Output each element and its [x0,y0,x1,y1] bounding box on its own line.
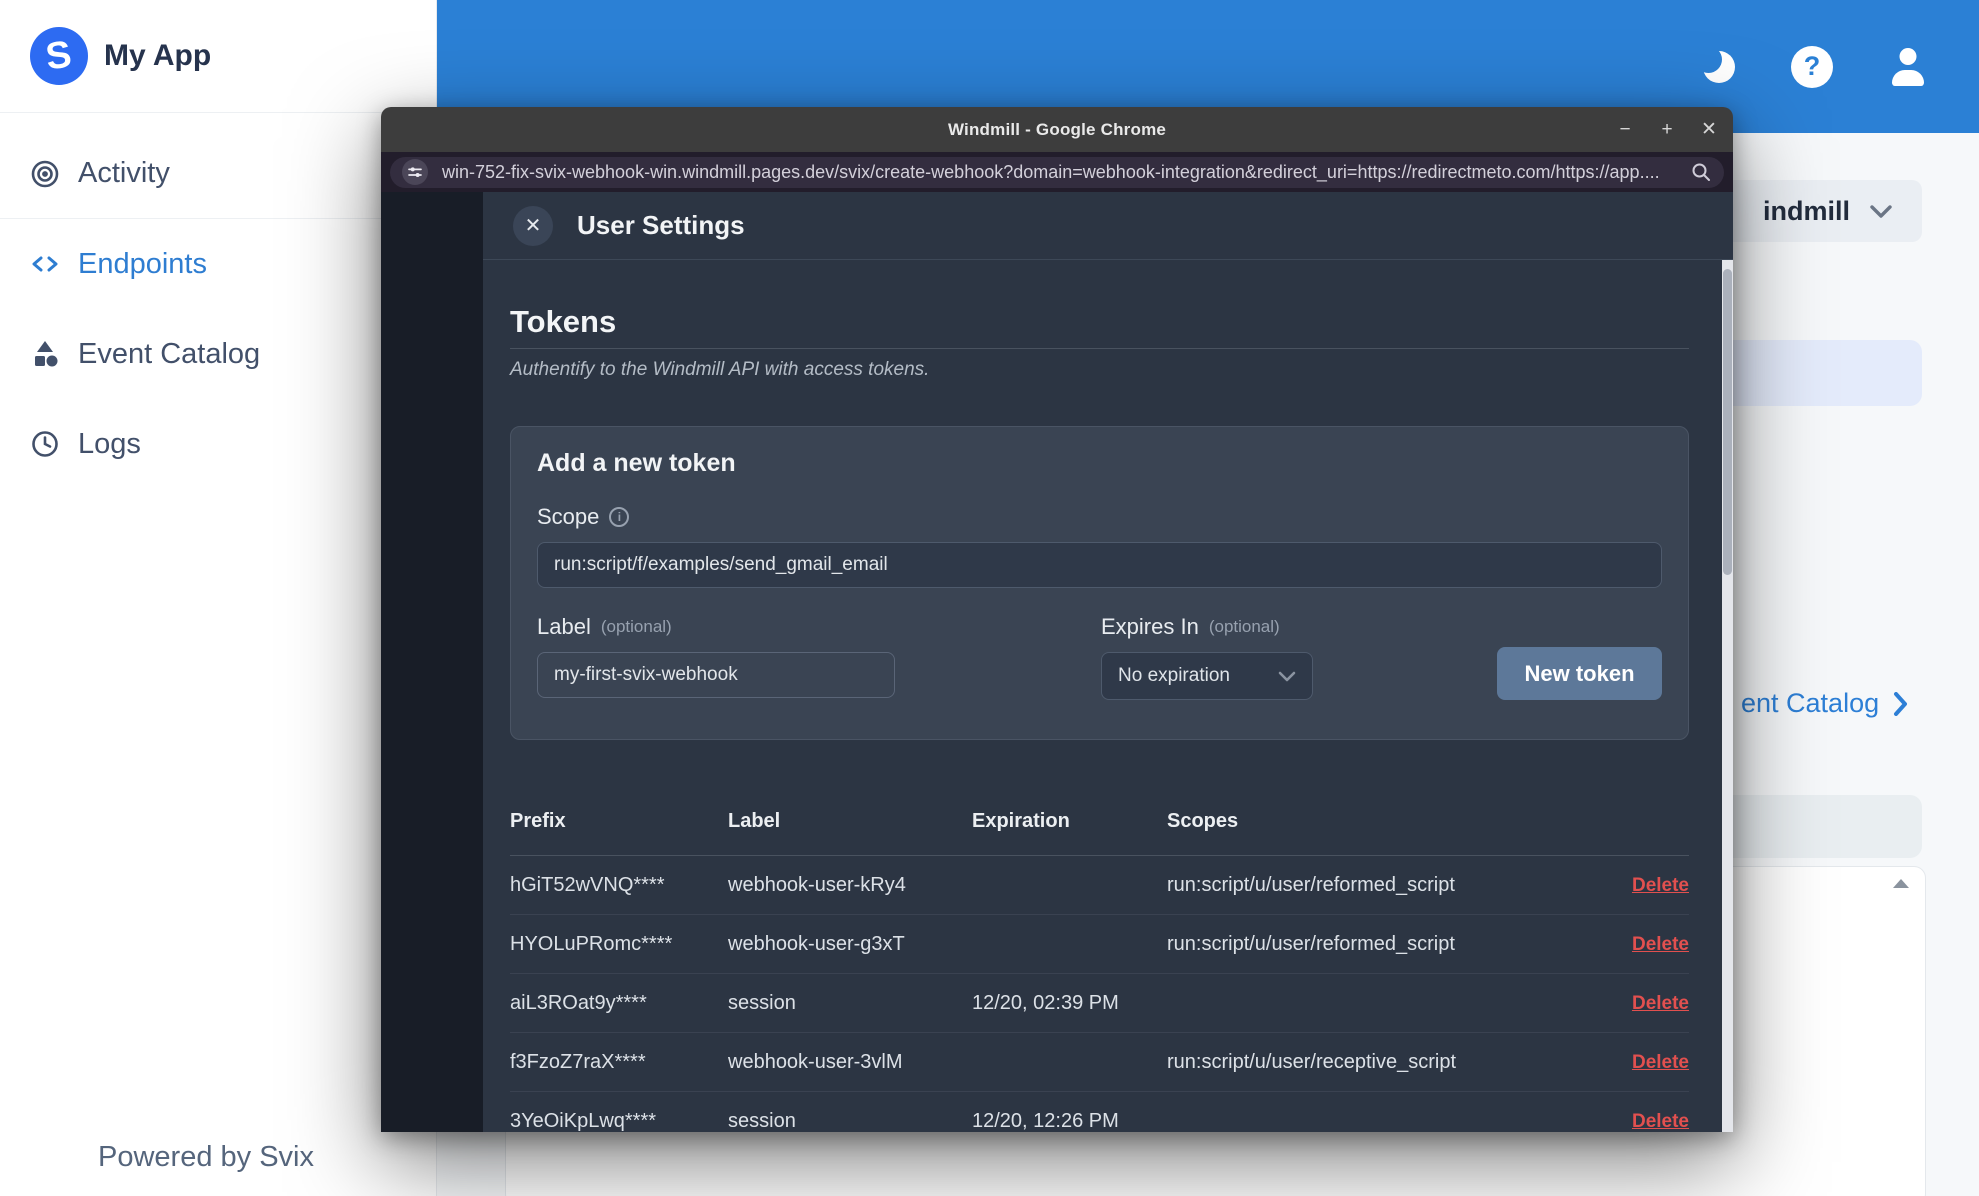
sidebar-item-logs[interactable]: Logs [0,399,436,489]
token-label: webhook-user-g3xT [728,932,905,955]
chevron-down-icon [1870,204,1892,218]
chrome-titlebar[interactable]: Windmill - Google Chrome − + ✕ [381,107,1733,152]
sidebar-item-label: Logs [78,427,141,460]
add-token-heading: Add a new token [537,449,736,477]
token-label: webhook-user-3vlM [728,1050,903,1073]
workspace-dropdown-label: indmill [1763,195,1850,226]
scrollbar-thumb[interactable] [1723,269,1732,575]
app-brand: S My App [0,0,436,113]
table-row: HYOLuPRomc**** webhook-user-g3xT run:scr… [510,915,1689,974]
token-label: session [728,1109,796,1132]
delete-token-link[interactable]: Delete [1632,1111,1689,1132]
modal-title: User Settings [577,210,745,240]
table-row: aiL3ROat9y**** session 12/20, 02:39 PM D… [510,974,1689,1033]
sidebar-item-event-catalog[interactable]: Event Catalog [0,309,436,399]
logs-history-icon [28,427,62,461]
table-row: 3YeOiKpLwq**** session 12/20, 12:26 PM D… [510,1092,1689,1132]
window-minimize-button[interactable]: − [1615,119,1635,141]
scope-input[interactable] [537,542,1662,588]
token-expiration: 12/20, 02:39 PM [972,991,1119,1014]
windmill-sidebar-strip [381,192,483,1132]
token-label: session [728,991,796,1014]
sidebar-item-label: Activity [78,157,170,189]
col-header-label: Label [728,810,781,832]
expiration-select[interactable]: No expiration [1101,652,1313,700]
token-prefix: f3FzoZ7raX**** [510,1050,646,1073]
endpoints-code-icon [28,247,62,281]
col-header-expiration: Expiration [972,810,1070,832]
token-prefix: hGiT52wVNQ**** [510,873,665,896]
table-header-row: Prefix Label Expiration Scopes [510,796,1689,856]
label-optional-hint: (optional) [600,617,672,636]
expiration-selected-value: No expiration [1118,665,1230,686]
delete-token-link[interactable]: Delete [1632,1052,1689,1073]
user-profile-icon[interactable] [1889,47,1927,86]
chrome-window: Windmill - Google Chrome − + ✕ win-752-f… [381,107,1733,1132]
activity-target-icon [28,157,62,191]
info-icon[interactable]: i [609,507,630,527]
delete-token-link[interactable]: Delete [1632,875,1689,896]
sidebar-item-label: Event Catalog [78,337,261,370]
event-catalog-link-label: ent Catalog [1741,688,1880,718]
scope-label: Scope [537,504,600,529]
new-token-button[interactable]: New token [1497,647,1662,700]
delete-token-link[interactable]: Delete [1632,993,1689,1014]
powered-by-svix: Powered by Svix [98,1141,314,1173]
sidebar-item-activity[interactable]: Activity [0,129,436,219]
expires-in-label: Expires In [1101,614,1199,639]
chevron-right-icon [1894,691,1908,716]
sidebar-item-label: Endpoints [78,247,207,280]
window-maximize-button[interactable]: + [1657,119,1677,141]
event-catalog-link[interactable]: ent Catalog [1741,688,1908,719]
event-catalog-shapes-icon [28,337,62,371]
window-title: Windmill - Google Chrome [947,119,1167,139]
delete-token-link[interactable]: Delete [1632,934,1689,955]
chrome-urlbar: win-752-fix-svix-webhook-win.windmill.pa… [381,152,1733,192]
help-icon[interactable]: ? [1791,45,1833,88]
sidebar-nav: Activity Endpoints Event Catalog Logs [0,113,436,489]
modal-scrollbar[interactable] [1722,260,1733,1132]
token-expiration: 12/20, 12:26 PM [972,1109,1119,1132]
app-title: My App [104,39,212,72]
label-label: Label [537,614,591,639]
dark-mode-moon-icon[interactable] [1695,45,1735,83]
token-scopes: run:script/u/user/receptive_script [1167,1050,1457,1073]
url-text: win-752-fix-svix-webhook-win.windmill.pa… [442,161,1660,182]
tune-icon[interactable] [402,159,428,185]
token-label: webhook-user-kRy4 [728,873,906,896]
sidebar: S My App Activity Endpoints Event Catalo… [0,0,437,1196]
token-scopes: run:script/u/user/reformed_script [1167,932,1455,955]
token-prefix: aiL3ROat9y**** [510,991,647,1014]
label-input[interactable] [537,652,895,698]
table-row: f3FzoZ7raX**** webhook-user-3vlM run:scr… [510,1033,1689,1092]
window-close-button[interactable]: ✕ [1699,118,1719,141]
zoom-search-icon[interactable] [1690,161,1712,183]
expires-optional-hint: (optional) [1208,617,1280,636]
col-header-scopes: Scopes [1167,810,1239,832]
address-bar[interactable]: win-752-fix-svix-webhook-win.windmill.pa… [390,156,1724,188]
tokens-table: Prefix Label Expiration Scopes hGiT52wVN… [510,796,1689,1132]
col-header-prefix: Prefix [510,810,566,832]
svix-logo-icon: S [30,27,88,85]
tokens-heading: Tokens [510,304,1689,349]
sidebar-item-endpoints[interactable]: Endpoints [0,219,436,309]
token-prefix: HYOLuPRomc**** [510,932,673,955]
modal-header: ✕ User Settings [483,192,1733,260]
token-scopes: run:script/u/user/reformed_script [1167,873,1455,896]
close-icon[interactable]: ✕ [513,205,553,246]
scroll-up-arrow-icon[interactable] [1893,879,1909,888]
add-token-card: Add a new token Scope i Label (optiona [510,426,1689,740]
token-prefix: 3YeOiKpLwq**** [510,1109,657,1132]
chevron-down-icon [1278,671,1296,681]
user-settings-modal: ✕ User Settings Tokens Authentify to the… [483,192,1733,1132]
tokens-subtitle: Authentify to the Windmill API with acce… [510,359,930,380]
table-row: hGiT52wVNQ**** webhook-user-kRy4 run:scr… [510,856,1689,915]
